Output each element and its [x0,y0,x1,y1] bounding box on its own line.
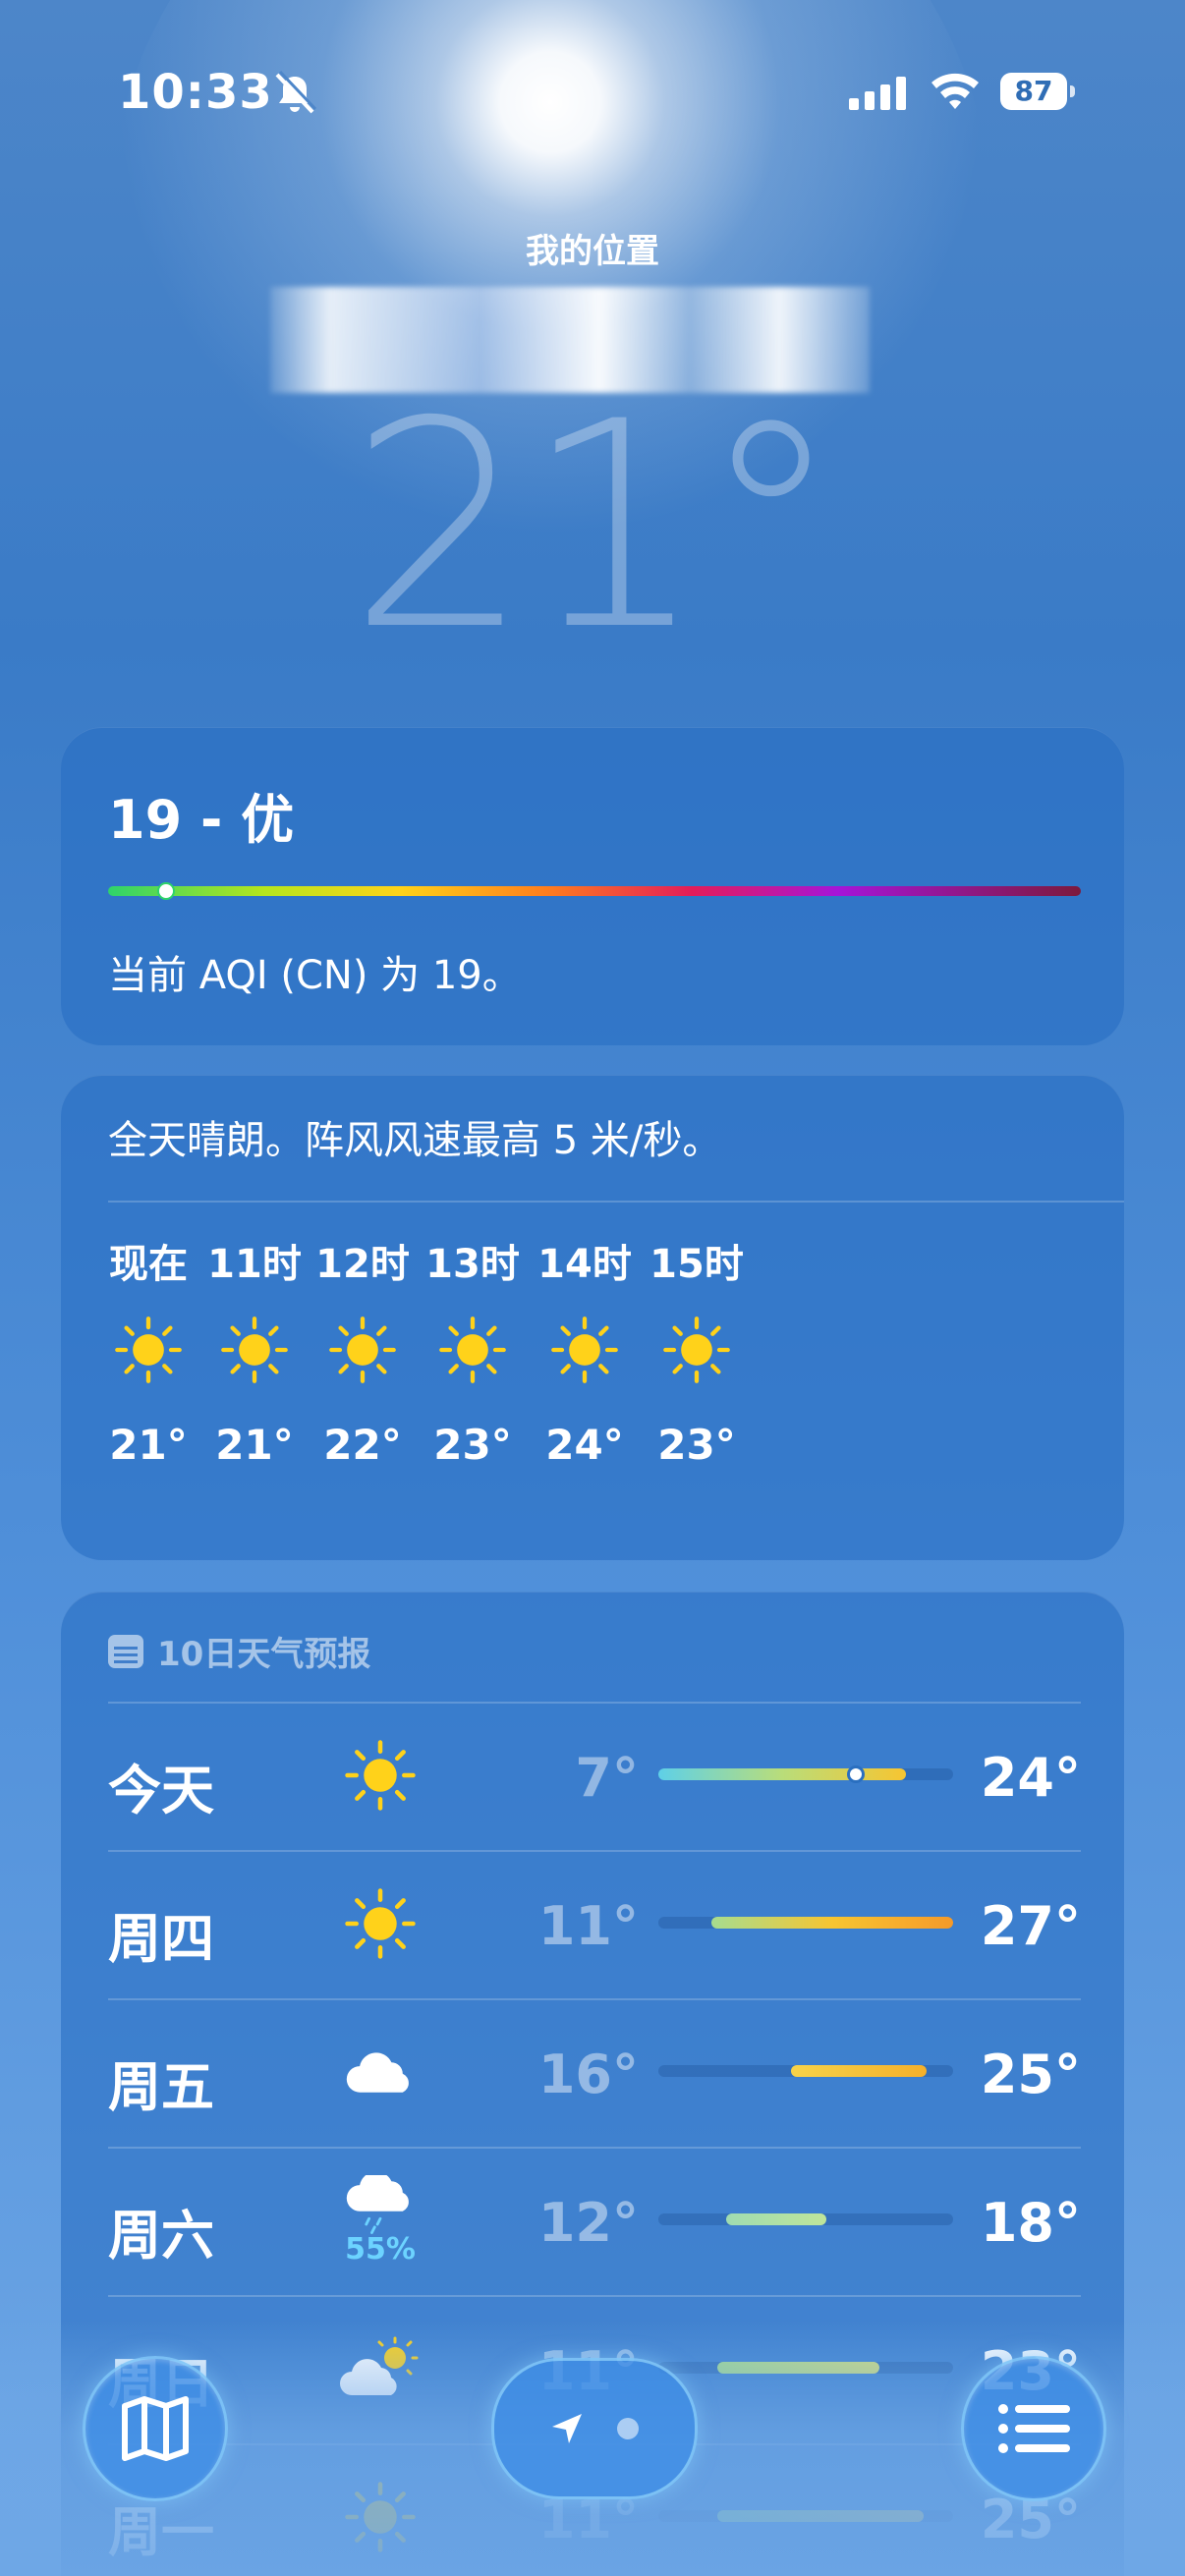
sun-icon [663,1316,730,1383]
temperature-range-fill [717,2362,879,2374]
cloud-rain-icon [346,2174,409,2234]
low-temperature: 16° [537,2044,639,2105]
hour-temperature: 23° [433,1421,512,1469]
high-temperature: 27° [980,1895,1081,1957]
hour-temperature: 22° [323,1421,402,1469]
forecast-day-row[interactable]: 周六 55% 12° 18° [108,2147,1081,2294]
day-weather-icon [326,1721,434,1829]
status-bar: 10:33 87 [0,59,1185,128]
hour-column: 14时 24° [521,1232,649,1469]
air-quality-card[interactable]: 19 - 优 当前 AQI (CN) 为 19。 [61,727,1124,1045]
temperature-range-fill [791,2065,927,2077]
day-weather-icon [326,1870,434,1978]
temperature-range-track [658,2213,953,2225]
day-weather-icon [326,2315,434,2423]
sun-icon [439,1316,506,1383]
low-temperature: 12° [537,2192,639,2254]
day-weather-icon [326,2463,434,2571]
high-temperature: 18° [980,2192,1081,2254]
location-label: 我的位置 [526,232,659,271]
location-list-button[interactable] [961,2356,1106,2501]
hour-weather-icon [633,1291,761,1409]
temperature-range-fill [726,2213,826,2225]
sun-icon [221,1316,288,1383]
divider [108,2295,1081,2297]
hour-label: 14时 [537,1242,632,1287]
cloud-icon [346,2052,409,2093]
silent-bell-icon [275,71,316,114]
aqi-indicator-dot [157,882,175,900]
day-label: 周六 [108,2205,214,2267]
sun-icon [345,2482,416,2552]
cellular-signal-icon [849,77,906,110]
forecast-header: 10日天气预报 [108,1627,370,1675]
location-arrow-icon [552,2414,582,2443]
hourly-summary: 全天晴朗。阵风风速最高 5 米/秒。 [108,1118,722,1163]
current-temp-dot [847,1765,865,1783]
hour-label: 15时 [649,1242,744,1287]
hour-column: 15时 23° [633,1232,761,1469]
map-icon [122,2396,189,2461]
forecast-day-row[interactable]: 今天 7° 24° [108,1702,1081,1849]
divider [108,1998,1081,2000]
high-temperature: 24° [980,1747,1081,1809]
hour-label: 13时 [425,1242,520,1287]
hour-weather-icon [409,1291,536,1409]
day-label: 周四 [108,1908,214,1970]
calendar-icon [108,1634,143,1668]
forecast-day-row[interactable]: 周五 16° 25° [108,1998,1081,2146]
list-icon [998,2404,1070,2453]
aqi-scale-bar [108,886,1081,896]
hour-temperature: 24° [545,1421,624,1469]
temperature-range-track [658,2065,953,2077]
temperature-range-track [658,1917,953,1929]
hour-column: 13时 23° [409,1232,536,1469]
day-label: 今天 [108,1760,214,1821]
aqi-description: 当前 AQI (CN) 为 19。 [108,953,522,998]
divider [108,1201,1124,1203]
low-temperature: 7° [575,1747,639,1809]
forecast-day-row[interactable]: 周四 11° 27° [108,1850,1081,1997]
battery-indicator: 87 [1000,73,1075,110]
sun-icon [345,1740,416,1811]
temperature-range-fill [658,1768,906,1780]
sun-icon [115,1316,182,1383]
aqi-value: 19 - 优 [108,789,295,851]
day-weather-icon [326,2018,434,2126]
page-dot [617,2418,639,2439]
sun-icon [551,1316,618,1383]
hourly-forecast-card[interactable]: 全天晴朗。阵风风速最高 5 米/秒。 现在 21° 11时 21° 12时 22° 1… [61,1075,1124,1560]
divider [108,2147,1081,2149]
sun-icon [329,1316,396,1383]
divider [108,1702,1081,1704]
temperature-range-track [658,2362,953,2374]
precip-chance: 55% [345,2231,416,2267]
wifi-icon [931,73,979,109]
sun-icon [345,1888,416,1959]
low-temperature: 11° [537,1895,639,1957]
hour-column: 12时 22° [299,1232,426,1469]
temperature-range-fill [711,1917,953,1929]
partly-sunny-icon [340,2336,419,2395]
temperature-range-track [658,1765,953,1783]
map-button[interactable] [83,2356,228,2501]
status-time: 10:33 [118,65,273,120]
current-temperature: 21° [348,362,842,693]
day-weather-icon: 55% [326,2166,434,2274]
forecast-title: 10日天气预报 [157,1635,371,1674]
page-indicator[interactable] [491,2358,698,2499]
hour-weather-icon [521,1291,649,1409]
temperature-range-fill [717,2510,924,2522]
hour-label: 12时 [315,1242,410,1287]
hour-temperature: 23° [657,1421,736,1469]
day-label: 周五 [108,2056,214,2118]
divider [108,1850,1081,1852]
high-temperature: 25° [980,2044,1081,2105]
temperature-range-track [658,2510,953,2522]
hour-weather-icon [299,1291,426,1409]
